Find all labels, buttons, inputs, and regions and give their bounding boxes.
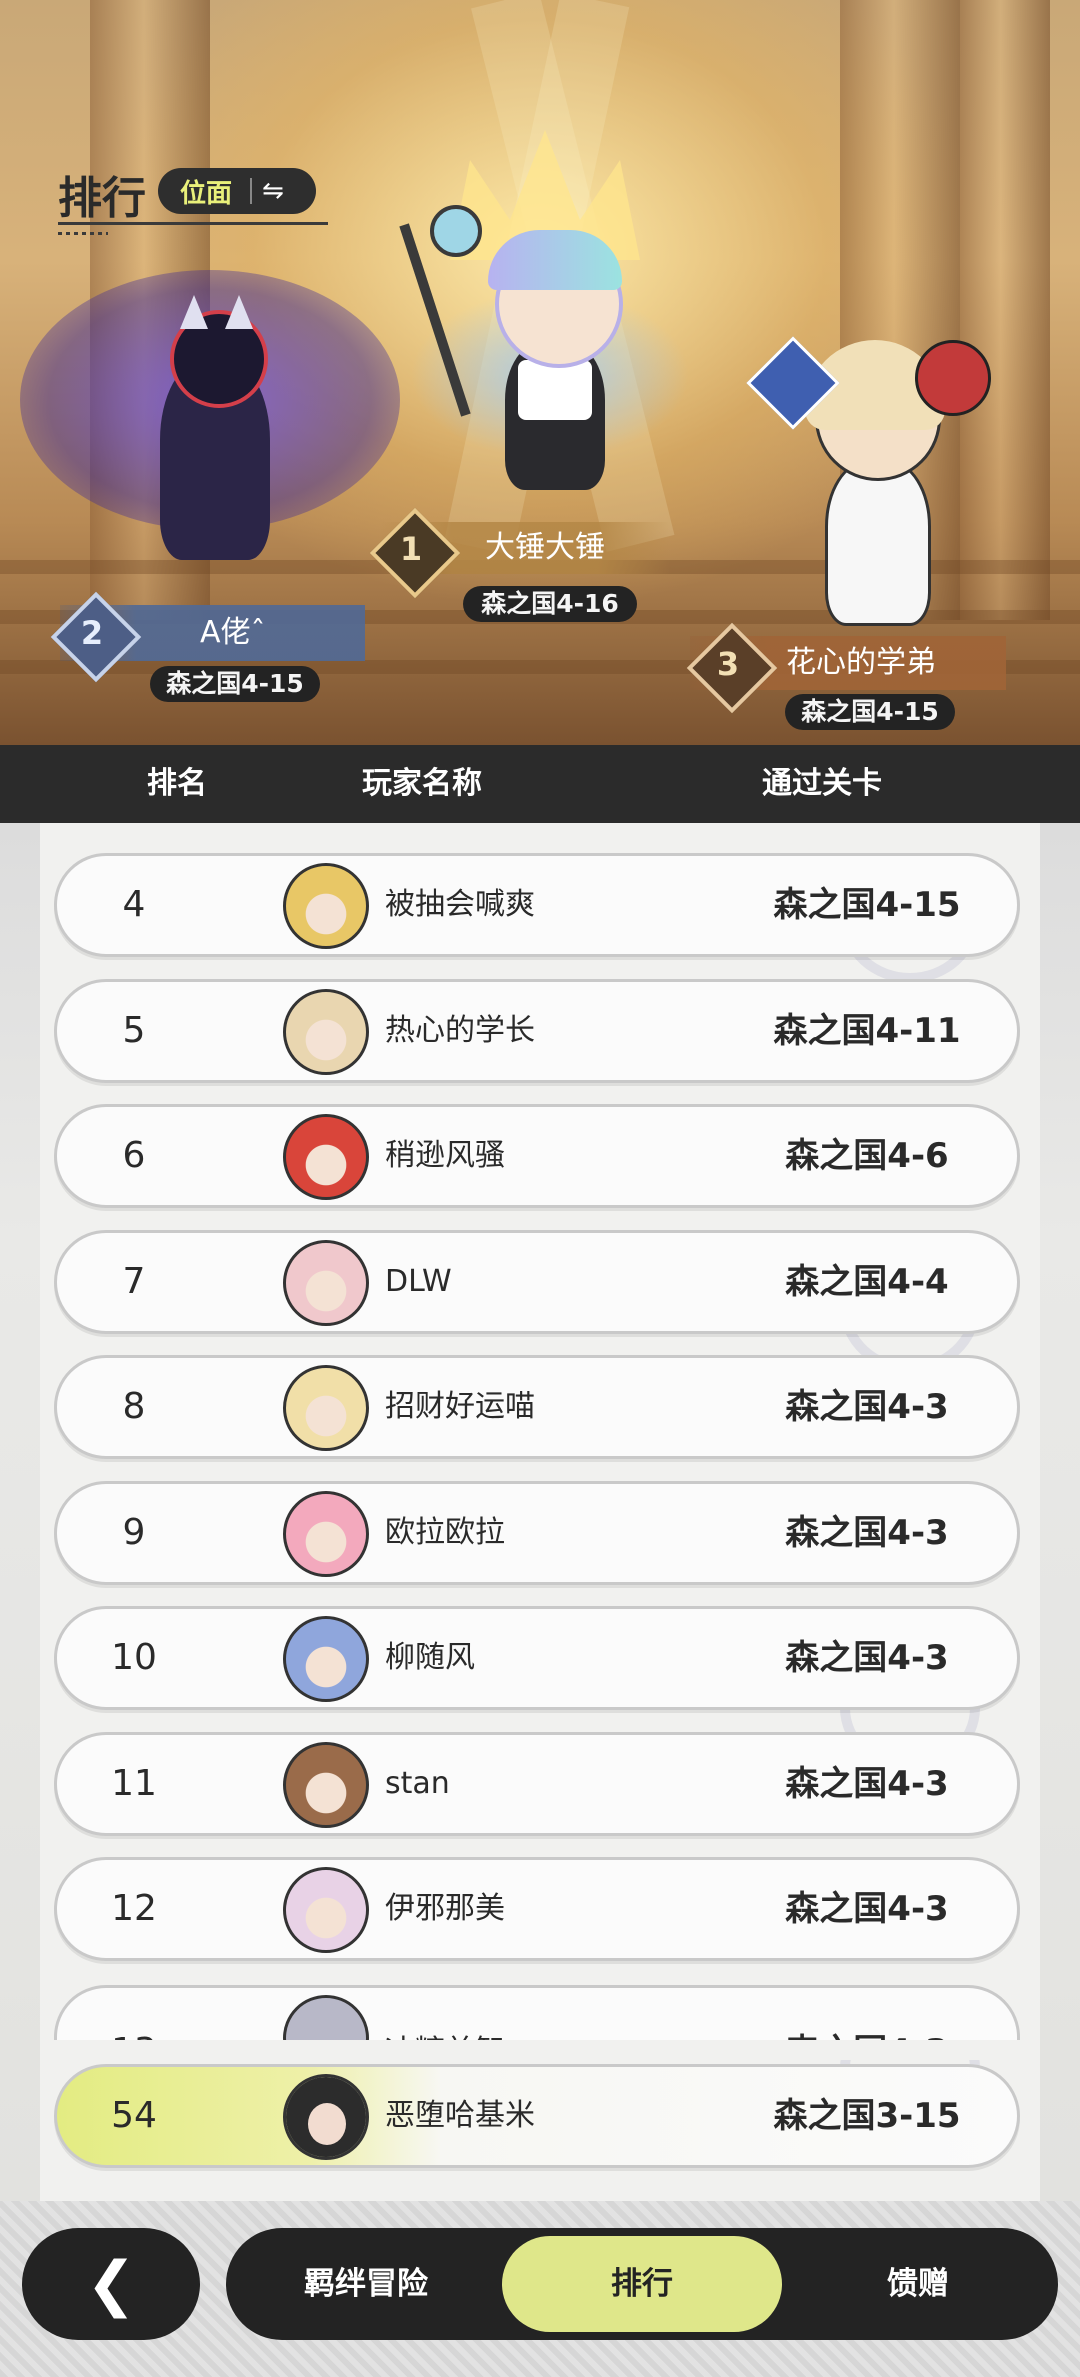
row-stage: 森之国4-6 (785, 1136, 949, 1176)
header-stage: 通过关卡 (762, 766, 882, 801)
row-rank: 12 (111, 1888, 157, 1929)
row-stage: 森之国4-3 (785, 1763, 949, 1804)
row-rank: 5 (122, 1009, 146, 1051)
row-player-name: stan (385, 1765, 450, 1801)
table-row[interactable]: 7 DLW 森之国4-4 (54, 1229, 1020, 1334)
row-rank: 6 (122, 1135, 146, 1176)
row-player-name: 招财好运喵 (385, 1389, 535, 1424)
tab-adventure[interactable]: 羁绊冒险 (246, 2228, 486, 2340)
title-underline (58, 222, 328, 225)
row-rank: 7 (122, 1260, 146, 1302)
header-rank: 排名 (147, 766, 207, 801)
row-player-name: 伊邪那美 (385, 1891, 505, 1926)
first-place-character (399, 200, 700, 530)
tab-gift[interactable]: 馈赠 (798, 2228, 1038, 2340)
podium-banner: 1 大锤大锤 森之国4-16 2 A佬ˆ 森之国4-15 3 花心的学弟 森之国… (0, 0, 1080, 745)
avatar (283, 1867, 369, 1953)
row-rank: 10 (111, 1637, 157, 1678)
third-place-stage: 森之国4-15 (785, 694, 955, 730)
table-row-partial[interactable]: 13 冰糖美智 森之国4-3 (54, 1985, 1020, 2045)
title-dots (58, 232, 108, 235)
bottom-nav: 羁绊冒险 排行 馈赠 (226, 2228, 1058, 2340)
avatar (283, 988, 369, 1075)
row-player-name: 热心的学长 (385, 1012, 535, 1048)
rank-badge-1-number: 1 (399, 530, 423, 568)
table-row[interactable]: 5 热心的学长 森之国4-11 (54, 978, 1020, 1083)
page-title: 排行 (58, 173, 146, 224)
second-place-stage: 森之国4-15 (150, 666, 320, 702)
table-row[interactable]: 4 被抽会喊爽 森之国4-15 (54, 853, 1020, 957)
third-place-character (740, 310, 1000, 640)
first-place-name: 大锤大锤 (485, 530, 605, 565)
table-row[interactable]: 6 稍逊风骚 森之国4-6 (54, 1104, 1020, 1208)
avatar (283, 1490, 369, 1577)
row-rank: 13 (57, 1988, 259, 2045)
my-rank-row[interactable]: 54 恶堕哈基米 森之国3-15 (54, 2064, 1020, 2168)
row-player-name: DLW (385, 1263, 452, 1299)
back-button[interactable]: ❮ (22, 2228, 200, 2340)
row-stage: 森之国4-3 (785, 1387, 949, 1427)
row-stage: 森之国4-3 (785, 1889, 949, 1929)
first-place-stage: 森之国4-16 (463, 586, 637, 622)
row-stage: 森之国4-3 (785, 1638, 949, 1678)
rank-badge-2-number: 2 (80, 614, 104, 652)
row-stage: 森之国4-11 (773, 1010, 961, 1051)
table-row[interactable]: 11 stan 森之国4-3 (54, 1731, 1020, 1836)
my-rank: 54 (111, 2095, 157, 2136)
chevron-left-icon: ❮ (86, 2249, 137, 2319)
second-place-name: A佬ˆ (200, 615, 266, 650)
third-place-name: 花心的学弟 (786, 645, 936, 680)
header-player: 玩家名称 (362, 766, 482, 801)
row-player-name: 欧拉欧拉 (385, 1514, 505, 1550)
avatar (283, 1616, 369, 1702)
row-rank: 8 (122, 1386, 146, 1427)
row-stage: 森之国4-4 (785, 1261, 949, 1302)
mode-toggle[interactable]: 位面 ⇋ (158, 168, 316, 214)
my-player-name: 恶堕哈基米 (385, 2098, 535, 2133)
tab-ranking[interactable]: 排行 (502, 2236, 782, 2332)
table-row[interactable]: 8 招财好运喵 森之国4-3 (54, 1355, 1020, 1459)
row-stage: 森之国4-3 (697, 1988, 1017, 2045)
row-rank: 11 (111, 1762, 157, 1804)
avatar (283, 1995, 369, 2045)
mode-separator (250, 178, 253, 204)
my-avatar (283, 2074, 369, 2160)
table-row[interactable]: 9 欧拉欧拉 森之国4-3 (54, 1480, 1020, 1585)
my-stage: 森之国3-15 (773, 2096, 961, 2136)
row-player-name: 被抽会喊爽 (385, 887, 535, 922)
row-rank: 9 (122, 1511, 146, 1553)
row-stage: 森之国4-15 (773, 885, 961, 925)
mode-label: 位面 (180, 178, 233, 209)
table-row[interactable]: 10 柳随风 森之国4-3 (54, 1606, 1020, 1710)
row-player-name: 柳随风 (385, 1640, 475, 1675)
row-rank: 4 (122, 884, 146, 925)
avatar (283, 1114, 369, 1200)
swap-icon: ⇋ (262, 176, 284, 206)
avatar (283, 1239, 369, 1326)
table-header: 排名 玩家名称 通过关卡 (0, 745, 1080, 823)
row-player-name: 稍逊风骚 (385, 1138, 505, 1173)
avatar (283, 1741, 369, 1828)
list-clip (40, 2040, 1040, 2060)
avatar (283, 1365, 369, 1451)
row-stage: 森之国4-3 (785, 1512, 949, 1553)
second-place-character (20, 240, 400, 600)
avatar (283, 863, 369, 949)
row-player-name: 冰糖美智 (385, 1988, 505, 2045)
table-row[interactable]: 12 伊邪那美 森之国4-3 (54, 1857, 1020, 1961)
